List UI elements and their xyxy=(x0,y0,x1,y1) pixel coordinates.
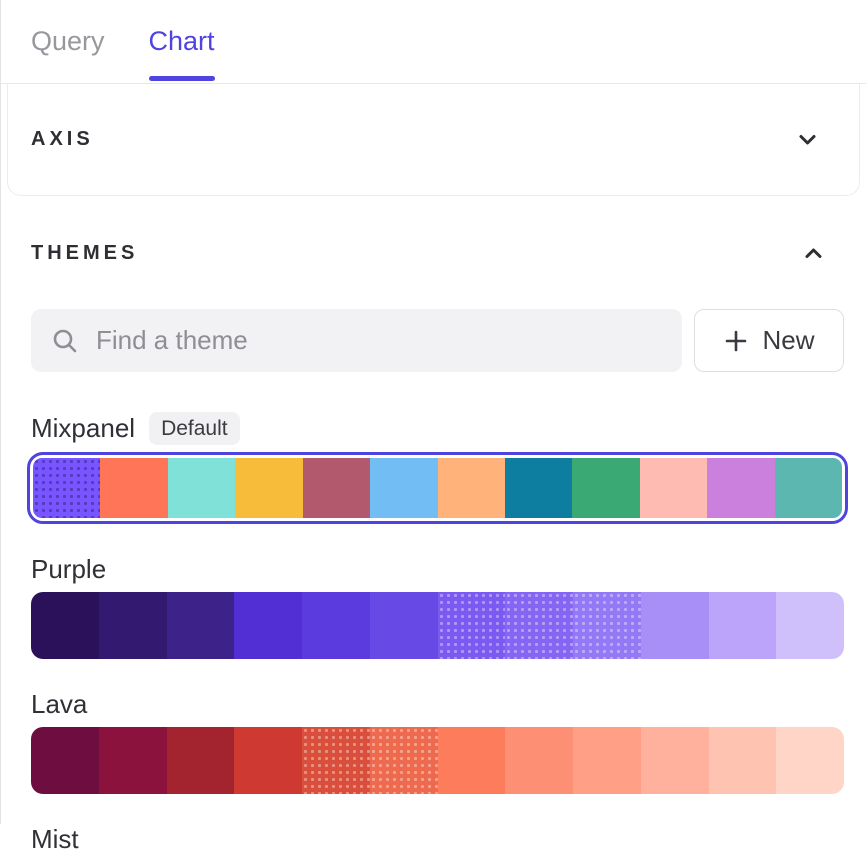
theme-swatch xyxy=(776,727,844,794)
new-theme-button-label: New xyxy=(762,325,814,356)
theme-swatch xyxy=(641,592,709,659)
search-icon xyxy=(51,327,79,355)
axis-section-header[interactable]: AXIS xyxy=(7,84,860,196)
tab-chart[interactable]: Chart xyxy=(149,0,215,83)
theme-name: Purple xyxy=(31,554,106,585)
theme-label-row: Purple xyxy=(31,554,844,585)
theme-swatch xyxy=(370,592,438,659)
theme-name: Lava xyxy=(31,689,87,720)
theme-swatch xyxy=(709,727,777,794)
theme-name: Mixpanel xyxy=(31,413,135,444)
selected-theme-ring[interactable] xyxy=(27,452,848,524)
theme-search-input[interactable] xyxy=(94,324,662,357)
theme-swatch xyxy=(641,727,709,794)
theme-item: Lava xyxy=(31,689,844,794)
theme-swatch xyxy=(438,458,505,518)
theme-swatch xyxy=(302,727,370,794)
theme-search-box[interactable] xyxy=(31,309,682,372)
themes-toolbar: New xyxy=(31,309,844,372)
theme-swatch xyxy=(31,592,99,659)
theme-swatch xyxy=(234,592,302,659)
tab-query[interactable]: Query xyxy=(31,0,105,83)
theme-swatch xyxy=(235,458,302,518)
theme-label-row: Mixpanel Default xyxy=(31,412,844,445)
theme-swatch xyxy=(33,458,100,518)
theme-swatch xyxy=(505,592,573,659)
chart-settings-panel: Query Chart AXIS THEMES xyxy=(1,0,866,855)
theme-swatch xyxy=(167,592,235,659)
theme-swatch xyxy=(775,458,842,518)
tab-chart-label: Chart xyxy=(149,26,215,57)
theme-swatch xyxy=(438,592,506,659)
theme-swatch xyxy=(31,727,99,794)
tab-bar: Query Chart xyxy=(1,0,866,84)
theme-swatch xyxy=(370,727,438,794)
theme-swatch xyxy=(707,458,774,518)
theme-swatch xyxy=(505,458,572,518)
plus-icon xyxy=(723,328,749,354)
theme-swatch xyxy=(167,727,235,794)
theme-swatch xyxy=(303,458,370,518)
theme-default-badge: Default xyxy=(149,412,240,445)
chevron-down-icon[interactable] xyxy=(794,126,821,153)
theme-swatch xyxy=(709,592,777,659)
theme-swatch-row[interactable] xyxy=(33,458,842,518)
theme-swatch xyxy=(99,592,167,659)
theme-item: Mist xyxy=(31,824,844,855)
active-tab-underline xyxy=(149,76,215,81)
new-theme-button[interactable]: New xyxy=(694,309,844,372)
theme-swatch xyxy=(370,458,437,518)
theme-swatch xyxy=(573,592,641,659)
theme-swatch xyxy=(572,458,639,518)
theme-name: Mist xyxy=(31,824,79,855)
theme-swatch xyxy=(438,727,506,794)
theme-swatch-row[interactable] xyxy=(31,727,844,794)
theme-label-row: Lava xyxy=(31,689,844,720)
theme-swatch xyxy=(640,458,707,518)
theme-swatch xyxy=(99,727,167,794)
theme-swatch xyxy=(505,727,573,794)
themes-section-header[interactable]: THEMES xyxy=(31,240,844,267)
theme-label-row: Mist xyxy=(31,824,844,855)
theme-swatch xyxy=(302,592,370,659)
chevron-up-icon[interactable] xyxy=(800,240,827,267)
theme-swatch xyxy=(168,458,235,518)
theme-item: Mixpanel Default xyxy=(31,412,844,524)
theme-swatch xyxy=(776,592,844,659)
theme-list: Mixpanel Default Purple Lava Mist xyxy=(31,412,844,855)
theme-swatch xyxy=(100,458,167,518)
themes-section-title: THEMES xyxy=(31,242,138,265)
theme-swatch xyxy=(234,727,302,794)
theme-swatch-row[interactable] xyxy=(31,592,844,659)
axis-section-title: AXIS xyxy=(31,128,94,151)
themes-section: THEMES New MixpanelDefaultPurpl xyxy=(1,204,866,855)
theme-item: Purple xyxy=(31,554,844,659)
theme-swatch xyxy=(573,727,641,794)
